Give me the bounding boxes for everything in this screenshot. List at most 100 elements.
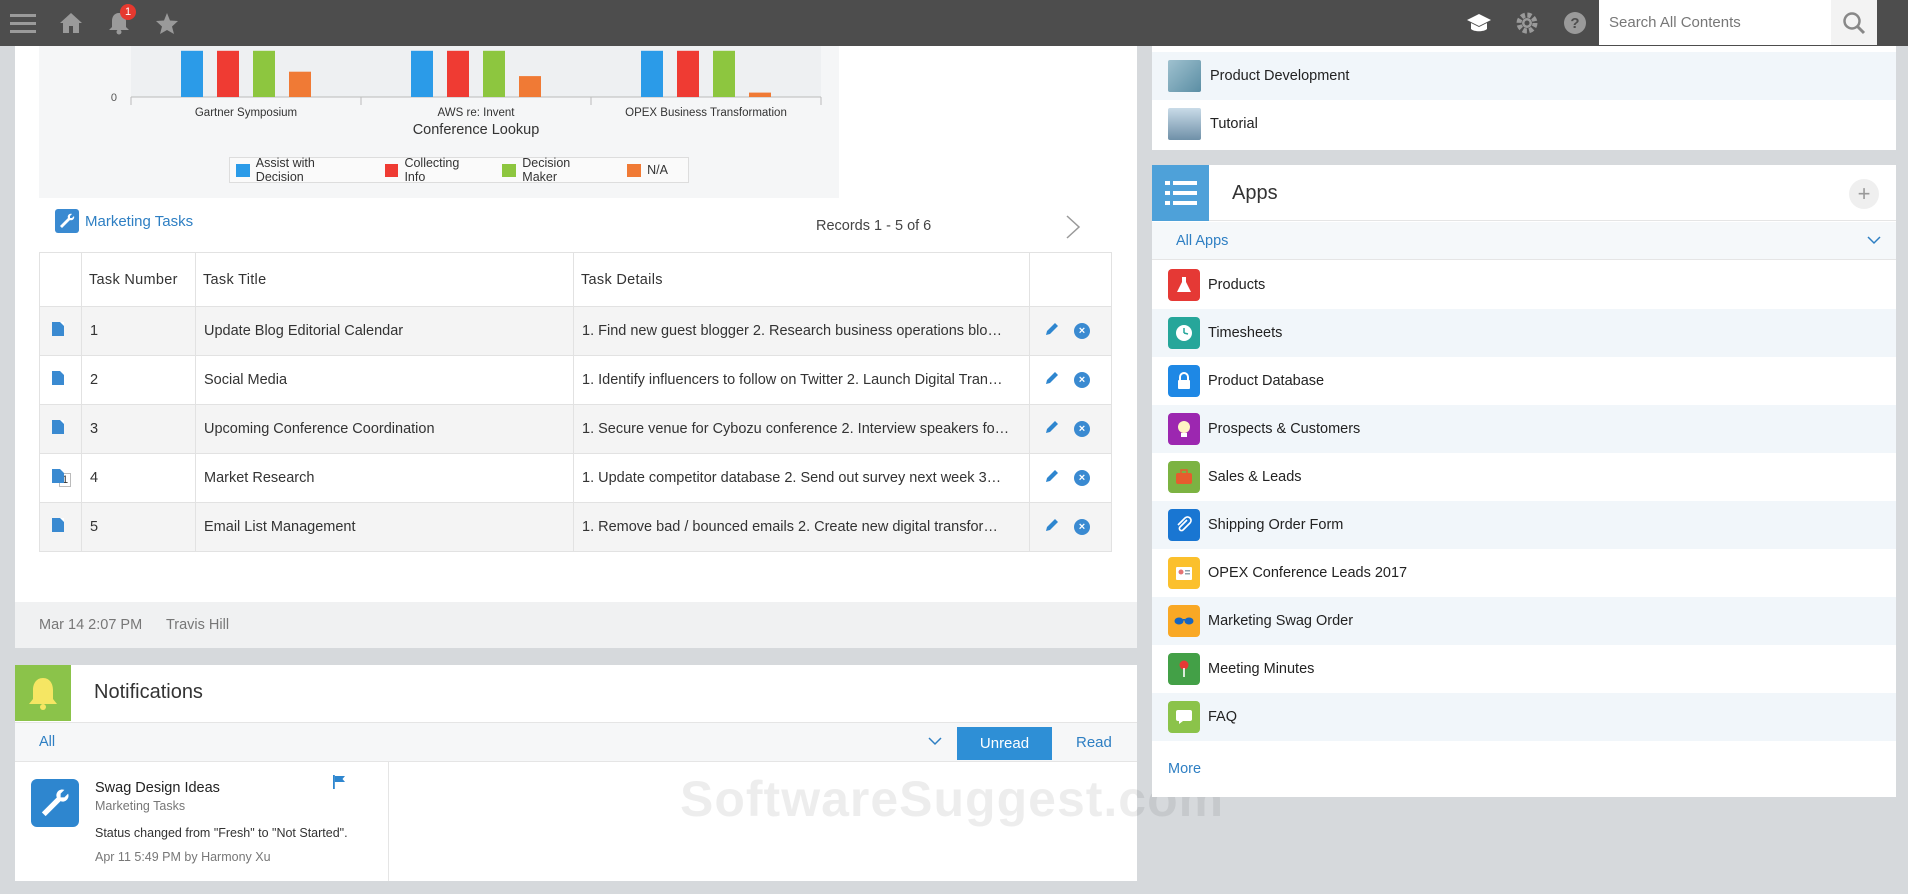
chevron-down-icon[interactable] xyxy=(927,733,943,752)
read-tab[interactable]: Read xyxy=(1076,734,1112,751)
help-icon[interactable]: ? xyxy=(1560,8,1590,38)
table-row[interactable]: 3 Upcoming Conference Coordination 1. Se… xyxy=(39,404,1112,454)
bell-icon[interactable]: 1 xyxy=(104,4,136,38)
edit-icon[interactable] xyxy=(1044,321,1060,341)
post-author[interactable]: Travis Hill xyxy=(166,617,229,633)
delete-icon[interactable]: × xyxy=(1074,421,1090,437)
record-detail-icon[interactable] xyxy=(52,469,64,483)
app-item-shipping-order-form[interactable]: Shipping Order Form xyxy=(1152,501,1896,549)
task-title: Market Research xyxy=(195,453,574,503)
table-row[interactable]: 1 Update Blog Editorial Calendar 1. Find… xyxy=(39,306,1112,356)
record-detail-icon[interactable] xyxy=(52,371,64,385)
column-header-task-title[interactable]: Task Title xyxy=(195,252,574,307)
app-item-meeting-minutes[interactable]: Meeting Minutes xyxy=(1152,645,1896,693)
task-title: Social Media xyxy=(195,355,574,405)
edit-icon[interactable] xyxy=(1044,419,1060,439)
legend-label: Assist with Decision xyxy=(255,156,315,184)
space-thumbnail xyxy=(1168,108,1201,140)
task-table: Task Number Task Title Task Details 1 Up… xyxy=(39,252,1112,552)
flag-icon[interactable] xyxy=(331,774,347,793)
legend-item[interactable]: Assist with Decision xyxy=(236,156,365,184)
edit-icon[interactable] xyxy=(1044,370,1060,390)
app-item-marketing-swag-order[interactable]: Marketing Swag Order xyxy=(1152,597,1896,645)
legend-label: N/A xyxy=(647,163,668,177)
next-page-button[interactable] xyxy=(1061,212,1085,242)
app-label: Marketing Swag Order xyxy=(1208,613,1354,629)
unread-tab[interactable]: Unread xyxy=(957,727,1052,760)
table-row[interactable]: 1 4 Market Research 1. Update competitor… xyxy=(39,453,1112,503)
app-label: Products xyxy=(1208,277,1266,293)
tasks-header: Marketing Tasks xyxy=(55,209,193,233)
app-item-timesheets[interactable]: Timesheets xyxy=(1152,309,1896,357)
apps-filter-select[interactable]: All Apps xyxy=(1176,233,1228,249)
record-detail-icon[interactable] xyxy=(52,518,64,532)
task-details: 1. Identify influencers to follow on Twi… xyxy=(582,372,1003,388)
graduation-cap-icon[interactable] xyxy=(1464,8,1494,38)
app-item-products[interactable]: Products xyxy=(1152,261,1896,309)
table-row[interactable]: 5 Email List Management 1. Remove bad / … xyxy=(39,502,1112,552)
x-tick-label: Gartner Symposium xyxy=(195,107,297,119)
chevron-down-icon[interactable] xyxy=(1866,232,1882,251)
y-tick-label: 0 xyxy=(111,92,117,104)
apps-title: Apps xyxy=(1232,182,1278,204)
record-detail-icon[interactable] xyxy=(52,322,64,336)
notifications-filter-bar: All Unread Read xyxy=(15,722,1137,762)
conference-chart: 0 Gartner Symposium AWS re: Invent OPEX Bus… xyxy=(39,46,839,198)
app-label: OPEX Conference Leads 2017 xyxy=(1208,565,1408,581)
app-item-faq[interactable]: FAQ xyxy=(1152,693,1896,741)
bar-assist-with-decision-2 xyxy=(411,50,433,97)
notification-item[interactable]: Swag Design Ideas Marketing Tasks Status… xyxy=(15,762,389,881)
space-thumbnail xyxy=(1168,60,1201,92)
legend-item[interactable]: N/A xyxy=(627,163,668,177)
delete-icon[interactable]: × xyxy=(1074,519,1090,535)
legend-item[interactable]: Collecting Info xyxy=(384,156,483,184)
app-item-sales-leads[interactable]: Sales & Leads xyxy=(1152,453,1896,501)
search-input[interactable] xyxy=(1599,0,1831,45)
legend-swatch xyxy=(502,163,517,177)
task-number: 4 xyxy=(81,453,196,503)
task-details: 1. Remove bad / bounced emails 2. Create… xyxy=(582,519,998,535)
bell-icon xyxy=(15,665,71,721)
column-header-task-number[interactable]: Task Number xyxy=(81,252,196,307)
column-header-task-details[interactable]: Task Details xyxy=(573,252,1030,307)
search-button[interactable] xyxy=(1831,0,1877,45)
notification-filter-select[interactable]: All xyxy=(39,734,55,750)
chat-bubble-icon xyxy=(1168,701,1200,733)
task-details: 1. Find new guest blogger 2. Research bu… xyxy=(582,323,1002,339)
app-item-product-database[interactable]: Product Database xyxy=(1152,357,1896,405)
column-header-actions xyxy=(1029,252,1112,307)
delete-icon[interactable]: × xyxy=(1074,470,1090,486)
lightbulb-icon xyxy=(1168,413,1200,445)
task-number: 2 xyxy=(81,355,196,405)
app-item-opex-conference-leads[interactable]: OPEX Conference Leads 2017 xyxy=(1152,549,1896,597)
menu-icon[interactable] xyxy=(8,8,38,38)
edit-icon[interactable] xyxy=(1044,517,1060,537)
apps-more-link[interactable]: More xyxy=(1168,761,1201,777)
legend-item[interactable]: Decision Maker xyxy=(502,156,607,184)
space-item-tutorial[interactable]: Tutorial xyxy=(1152,100,1896,148)
star-icon[interactable] xyxy=(152,8,182,38)
delete-icon[interactable]: × xyxy=(1074,372,1090,388)
table-row[interactable]: 2 Social Media 1. Identify influencers t… xyxy=(39,355,1112,405)
chevron-right-icon xyxy=(1066,215,1081,239)
app-item-prospects-customers[interactable]: Prospects & Customers xyxy=(1152,405,1896,453)
notification-meta: Apr 11 5:49 PM by Harmony Xu xyxy=(95,850,271,864)
home-icon[interactable] xyxy=(56,8,86,38)
add-app-button[interactable]: + xyxy=(1849,179,1879,209)
legend-swatch xyxy=(236,163,250,177)
bar-collecting-info-1 xyxy=(217,50,239,97)
marketing-tasks-link[interactable]: Marketing Tasks xyxy=(85,213,193,230)
x-tick-label: AWS re: Invent xyxy=(438,107,516,119)
delete-icon[interactable]: × xyxy=(1074,323,1090,339)
edit-icon[interactable] xyxy=(1044,468,1060,488)
record-detail-icon[interactable] xyxy=(52,420,64,434)
task-title: Update Blog Editorial Calendar xyxy=(195,306,574,356)
space-item-product-development[interactable]: Product Development xyxy=(1152,52,1896,100)
gear-icon[interactable] xyxy=(1512,8,1542,38)
task-number: 5 xyxy=(81,502,196,552)
watermark: SoftwareSuggest.com xyxy=(680,771,1225,827)
plus-icon: + xyxy=(1857,181,1871,206)
post-timestamp[interactable]: Mar 14 2:07 PM xyxy=(39,617,142,633)
notification-title[interactable]: Swag Design Ideas xyxy=(95,780,220,796)
app-label: Meeting Minutes xyxy=(1208,661,1315,677)
